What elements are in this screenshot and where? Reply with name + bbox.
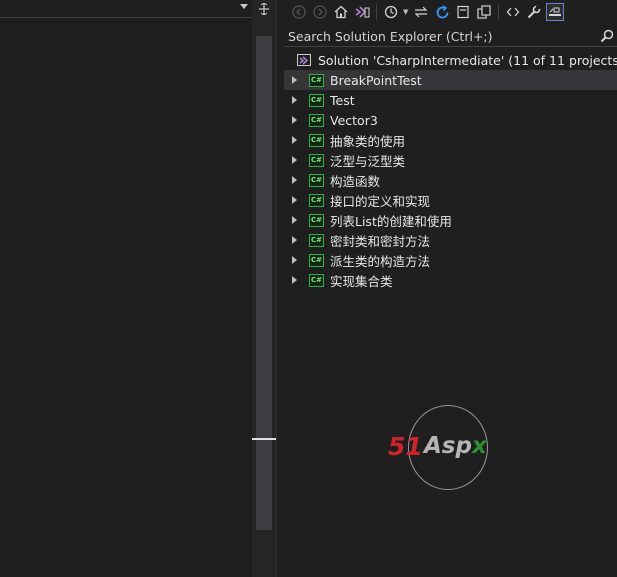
solution-explorer-search <box>284 26 617 47</box>
show-all-files-icon[interactable] <box>475 3 493 21</box>
expand-arrow-icon[interactable] <box>292 136 297 144</box>
project-label: 密封类和密封方法 <box>330 233 431 249</box>
dropdown-arrow-icon[interactable] <box>240 4 248 9</box>
history-dropdown-icon[interactable]: ▼ <box>403 8 409 16</box>
home-icon[interactable] <box>332 3 350 21</box>
csharp-project-icon: C# <box>309 273 324 287</box>
expand-arrow-icon[interactable] <box>292 76 297 84</box>
project-label: Test <box>330 92 355 108</box>
code-editor-area[interactable] <box>0 0 252 577</box>
watermark-text: Aspx <box>424 433 487 459</box>
scrollbar-position-marker <box>252 438 276 440</box>
expand-arrow-icon[interactable] <box>292 176 297 184</box>
project-label: BreakPointTest <box>330 72 422 88</box>
project-node[interactable]: C# 密封类和密封方法 <box>284 230 617 250</box>
refresh-icon[interactable] <box>433 3 451 21</box>
ide-window: ▼ Search Solution Explorer (Ctrl+;) Solu… <box>0 0 617 577</box>
solution-label: Solution 'CsharpIntermediate' (11 of 11 … <box>318 52 617 68</box>
project-label: 抽象类的使用 <box>330 133 406 149</box>
history-icon[interactable] <box>382 3 400 21</box>
expand-arrow-icon[interactable] <box>292 156 297 164</box>
watermark-text-main: Asp <box>424 433 472 459</box>
watermark-logo: 51 Aspx <box>388 405 508 495</box>
project-label: 实现集合类 <box>330 273 393 289</box>
expand-arrow-icon[interactable] <box>292 96 297 104</box>
project-node[interactable]: C# Vector3 <box>284 110 617 130</box>
project-node[interactable]: C# 抽象类的使用 <box>284 130 617 150</box>
split-editor-icon[interactable] <box>252 0 276 17</box>
solution-explorer-toolbar: ▼ <box>284 0 617 24</box>
project-node[interactable]: C# 接口的定义和实现 <box>284 190 617 210</box>
project-label: 列表List的创建和使用 <box>330 213 452 229</box>
properties-icon[interactable] <box>525 3 543 21</box>
csharp-project-icon: C# <box>309 173 324 187</box>
vs-switch-icon[interactable] <box>353 3 371 21</box>
toolbar-separator <box>376 4 377 20</box>
project-node[interactable]: C# 构造函数 <box>284 170 617 190</box>
watermark-number: 51 <box>388 432 423 461</box>
project-node[interactable]: C# 泛型与泛型类 <box>284 150 617 170</box>
project-label: Vector3 <box>330 112 378 128</box>
csharp-project-icon: C# <box>309 93 324 107</box>
solution-explorer-panel: ▼ Search Solution Explorer (Ctrl+;) Solu… <box>284 0 617 577</box>
project-node[interactable]: C# 实现集合类 <box>284 270 617 290</box>
editor-navigation-bar <box>0 0 252 18</box>
project-label: 构造函数 <box>330 173 381 189</box>
project-label: 派生类的构造方法 <box>330 253 431 269</box>
csharp-project-icon: C# <box>309 253 324 267</box>
expand-arrow-icon[interactable] <box>292 196 297 204</box>
project-node[interactable]: C# 列表List的创建和使用 <box>284 210 617 230</box>
scrollbar-thumb[interactable] <box>256 36 272 530</box>
editor-vertical-scrollbar[interactable] <box>252 0 276 577</box>
expand-arrow-icon[interactable] <box>292 276 297 284</box>
csharp-project-icon: C# <box>309 193 324 207</box>
csharp-project-icon: C# <box>309 133 324 147</box>
expand-arrow-icon[interactable] <box>292 236 297 244</box>
forward-icon[interactable] <box>311 3 329 21</box>
project-node[interactable]: C# BreakPointTest <box>284 70 617 90</box>
csharp-project-icon: C# <box>309 213 324 227</box>
csharp-project-icon: C# <box>309 73 324 87</box>
project-node[interactable]: C# Test <box>284 90 617 110</box>
code-view-icon[interactable] <box>504 3 522 21</box>
collapse-all-icon[interactable] <box>454 3 472 21</box>
csharp-project-icon: C# <box>309 233 324 247</box>
csharp-project-icon: C# <box>309 113 324 127</box>
expand-arrow-icon[interactable] <box>292 256 297 264</box>
solution-tree: Solution 'CsharpIntermediate' (11 of 11 … <box>284 50 617 290</box>
project-node[interactable]: C# 派生类的构造方法 <box>284 250 617 270</box>
toolbar-separator <box>498 4 499 20</box>
sync-icon[interactable] <box>412 3 430 21</box>
back-icon[interactable] <box>290 3 308 21</box>
search-input[interactable] <box>284 27 597 45</box>
project-label: 接口的定义和实现 <box>330 193 431 209</box>
split-icon-svg <box>259 2 269 15</box>
preview-icon[interactable] <box>546 3 564 21</box>
csharp-project-icon: C# <box>309 153 324 167</box>
project-label: 泛型与泛型类 <box>330 153 406 169</box>
search-icon[interactable] <box>597 26 617 46</box>
expand-arrow-icon[interactable] <box>292 116 297 124</box>
watermark-text-x: x <box>471 433 487 459</box>
expand-arrow-icon[interactable] <box>292 216 297 224</box>
solution-node[interactable]: Solution 'CsharpIntermediate' (11 of 11 … <box>284 50 617 70</box>
solution-icon <box>297 54 311 66</box>
